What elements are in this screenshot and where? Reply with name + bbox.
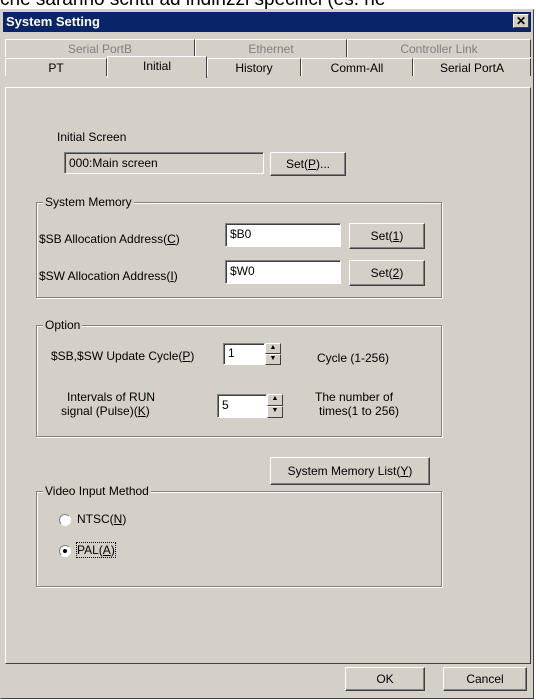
- initial-screen-field[interactable]: 000:Main screen: [64, 152, 264, 174]
- tab-history[interactable]: History: [207, 58, 301, 76]
- spin-up-icon[interactable]: ▲: [267, 394, 283, 406]
- initial-screen-set-button[interactable]: Set(P)...: [270, 152, 346, 176]
- pal-radio[interactable]: [59, 545, 71, 557]
- run-interval-label-line2: signal (Pulse)(K): [61, 404, 150, 418]
- system-memory-group: System Memory $SB Allocation Address(C) …: [36, 195, 442, 298]
- option-title: Option: [43, 318, 83, 332]
- run-interval-spinner[interactable]: ▲ ▼: [267, 394, 283, 418]
- system-memory-title: System Memory: [43, 195, 134, 209]
- video-input-title: Video Input Method: [43, 484, 151, 498]
- tab-ethernet[interactable]: Ethernet: [195, 39, 347, 57]
- ok-button[interactable]: OK: [345, 667, 425, 691]
- tab-serial-porta[interactable]: Serial PortA: [413, 58, 531, 76]
- run-interval-label-line1: Intervals of RUN: [67, 390, 156, 404]
- initial-screen-label: Initial Screen: [57, 130, 127, 144]
- close-icon[interactable]: ✕: [513, 14, 529, 28]
- run-interval-hint-line1: The number of: [315, 390, 394, 404]
- system-setting-dialog: System Setting ✕ Serial PortB Ethernet C…: [0, 9, 534, 699]
- sw-address-label: $SW Allocation Address(I): [39, 269, 178, 283]
- sw-set-button[interactable]: Set(2): [349, 260, 425, 286]
- system-memory-list-button[interactable]: System Memory List(Y): [270, 457, 430, 485]
- option-group: Option $SB,$SW Update Cycle(P) 1 ▲ ▼ Cyc…: [36, 318, 442, 437]
- title-bar: System Setting ✕: [3, 12, 531, 32]
- tab-initial[interactable]: Initial: [107, 56, 207, 78]
- tab-serial-portb[interactable]: Serial PortB: [5, 39, 195, 57]
- sb-address-label: $SB Allocation Address(C): [39, 232, 180, 246]
- cancel-button[interactable]: Cancel: [443, 667, 527, 691]
- spin-up-icon[interactable]: ▲: [265, 343, 281, 354]
- set-button-key: P: [308, 157, 317, 171]
- sb-address-input[interactable]: $B0: [225, 223, 341, 247]
- update-cycle-spinner[interactable]: ▲ ▼: [265, 343, 281, 365]
- run-interval-hint-line2: times(1 to 256): [319, 404, 400, 418]
- sw-address-input[interactable]: $W0: [225, 260, 341, 284]
- run-interval-input[interactable]: 5: [217, 394, 267, 418]
- spin-down-icon[interactable]: ▼: [267, 406, 283, 418]
- sb-set-button[interactable]: Set(1): [349, 223, 425, 249]
- background-text: che saranno scritti ad indirizzi specifi…: [0, 0, 536, 9]
- update-cycle-label: $SB,$SW Update Cycle(P): [51, 349, 195, 363]
- tab-panel-initial: Initial Screen 000:Main screen Set(P)...…: [5, 87, 531, 664]
- ntsc-label[interactable]: NTSC(N): [77, 512, 126, 526]
- window-title: System Setting: [6, 14, 100, 29]
- ntsc-radio[interactable]: [59, 514, 71, 526]
- tab-comm-all[interactable]: Comm-All: [301, 58, 413, 76]
- update-cycle-hint: Cycle (1-256): [317, 351, 390, 365]
- spin-down-icon[interactable]: ▼: [265, 354, 281, 365]
- set-button-suffix: )...: [316, 157, 331, 171]
- video-input-group: Video Input Method NTSC(N) PAL(A): [36, 484, 442, 587]
- update-cycle-input[interactable]: 1: [223, 343, 265, 365]
- tab-controller-link[interactable]: Controller Link: [347, 39, 531, 57]
- pal-label[interactable]: PAL(A): [76, 542, 116, 558]
- set-button-text: Set(: [285, 157, 308, 171]
- tab-pt[interactable]: PT: [5, 58, 107, 76]
